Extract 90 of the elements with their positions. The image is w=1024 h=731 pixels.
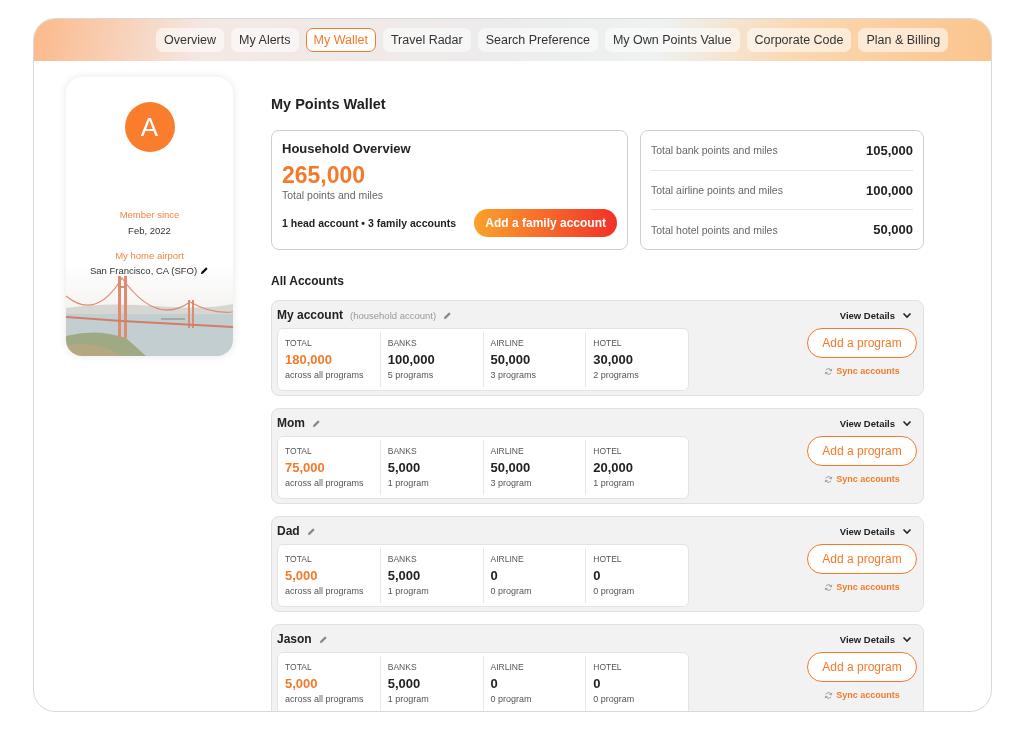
home-airport-value: San Francisco, CA (SFO) xyxy=(89,265,198,276)
sync-icon[interactable] xyxy=(824,690,834,700)
stat-value: 20,000 xyxy=(593,460,634,475)
total-label: Total points and miles xyxy=(282,189,384,201)
pencil-icon[interactable] xyxy=(200,266,210,275)
view-details-button[interactable]: View Details xyxy=(839,417,895,429)
stat-caption: across all programs xyxy=(285,370,365,380)
stat-caption: across all programs xyxy=(285,586,365,596)
stat-caption: 1 program xyxy=(387,586,430,596)
stat-label: BANKS xyxy=(387,554,418,564)
account-name: Mom xyxy=(277,416,305,430)
stat-caption: 3 program xyxy=(490,478,533,488)
stat-label: HOTEL xyxy=(593,338,623,348)
nav-tab[interactable]: Corporate Code xyxy=(746,28,852,52)
stat-value: 5,000 xyxy=(285,568,319,583)
stat-label: HOTEL xyxy=(593,554,623,564)
total-points: 265,000 xyxy=(282,162,367,189)
stat-value: 5,000 xyxy=(387,568,422,583)
stat-value: 5,000 xyxy=(387,460,422,475)
stat-caption: 0 program xyxy=(490,694,533,704)
stat-label: BANKS xyxy=(387,338,418,348)
account-name: Dad xyxy=(277,524,300,538)
view-details-button[interactable]: View Details xyxy=(839,525,895,537)
sync-icon[interactable] xyxy=(824,582,834,592)
stat-label: TOTAL xyxy=(285,338,313,348)
stat-value: 75,000 xyxy=(285,460,326,475)
stat-label: BANKS xyxy=(387,662,418,672)
total-label: Total airline points and miles xyxy=(651,184,783,196)
nav-tab[interactable]: Plan & Billing xyxy=(858,28,949,52)
chevron-down-icon[interactable] xyxy=(902,310,912,320)
stat-caption: 0 program xyxy=(593,694,636,704)
stat-caption: 0 program xyxy=(593,586,636,596)
avatar: A xyxy=(124,102,175,152)
stat-value: 0 xyxy=(593,568,602,583)
stat-label: AIRLINE xyxy=(490,338,525,348)
stat-value: 180,000 xyxy=(285,352,333,367)
account-note: (household account) xyxy=(350,309,437,321)
account-name: Jason xyxy=(277,632,312,646)
stat-value: 30,000 xyxy=(593,352,634,367)
stat-caption: 1 program xyxy=(387,478,430,488)
stat-value: 0 xyxy=(490,568,499,583)
stat-caption: 3 programs xyxy=(490,370,538,380)
view-details-button[interactable]: View Details xyxy=(839,633,895,645)
stat-label: HOTEL xyxy=(593,446,623,456)
sync-icon[interactable] xyxy=(824,366,834,376)
nav-tab[interactable]: My Alerts xyxy=(231,28,299,52)
stat-value: 5,000 xyxy=(285,676,319,691)
chevron-down-icon[interactable] xyxy=(902,418,912,428)
stat-label: TOTAL xyxy=(285,446,313,456)
stat-value: 50,000 xyxy=(490,460,532,475)
stat-caption: 1 program xyxy=(593,478,636,488)
member-since-value: Feb, 2022 xyxy=(128,225,171,236)
stat-caption: 1 program xyxy=(387,694,430,704)
total-value: 105,000 xyxy=(866,142,913,158)
total-label: Total bank points and miles xyxy=(651,144,778,157)
total-value: 100,000 xyxy=(866,182,913,198)
stat-value: 0 xyxy=(593,676,602,691)
stat-value: 5,000 xyxy=(387,676,422,691)
view-details-button[interactable]: View Details xyxy=(839,309,895,321)
stat-caption: across all programs xyxy=(285,478,365,488)
stat-label: AIRLINE xyxy=(490,554,525,564)
home-airport-label: My home airport xyxy=(115,250,184,261)
stat-value: 50,000 xyxy=(490,352,532,367)
account-name: My account xyxy=(277,308,343,322)
page-title: My Points Wallet xyxy=(271,96,387,112)
nav-tab[interactable]: Overview xyxy=(156,28,225,52)
total-label: Total hotel points and miles xyxy=(651,223,778,236)
chevron-down-icon[interactable] xyxy=(902,634,912,644)
stat-caption: 5 programs xyxy=(387,370,435,380)
nav-tab[interactable]: Travel Radar xyxy=(382,28,471,52)
nav-tab[interactable]: Search Preference xyxy=(477,28,598,52)
stat-value: 100,000 xyxy=(387,352,436,367)
section-heading: All Accounts xyxy=(271,274,345,288)
stat-label: TOTAL xyxy=(285,662,313,672)
total-value: 50,000 xyxy=(873,222,913,238)
stat-label: BANKS xyxy=(387,446,418,456)
stat-label: HOTEL xyxy=(593,662,623,672)
stat-label: AIRLINE xyxy=(490,662,525,672)
stat-caption: across all programs xyxy=(285,694,365,704)
stat-caption: 0 program xyxy=(490,586,533,596)
member-since-label: Member since xyxy=(119,209,180,220)
chevron-down-icon[interactable] xyxy=(902,526,912,536)
sync-icon[interactable] xyxy=(824,474,834,484)
stat-label: AIRLINE xyxy=(490,446,525,456)
stat-label: TOTAL xyxy=(285,554,313,564)
stat-caption: 2 programs xyxy=(593,370,640,380)
nav-tab[interactable]: My Own Points Value xyxy=(604,28,740,52)
account-summary: 1 head account • 3 family accounts xyxy=(282,217,457,229)
stat-value: 0 xyxy=(490,676,499,691)
card-title: Household Overview xyxy=(282,141,412,156)
